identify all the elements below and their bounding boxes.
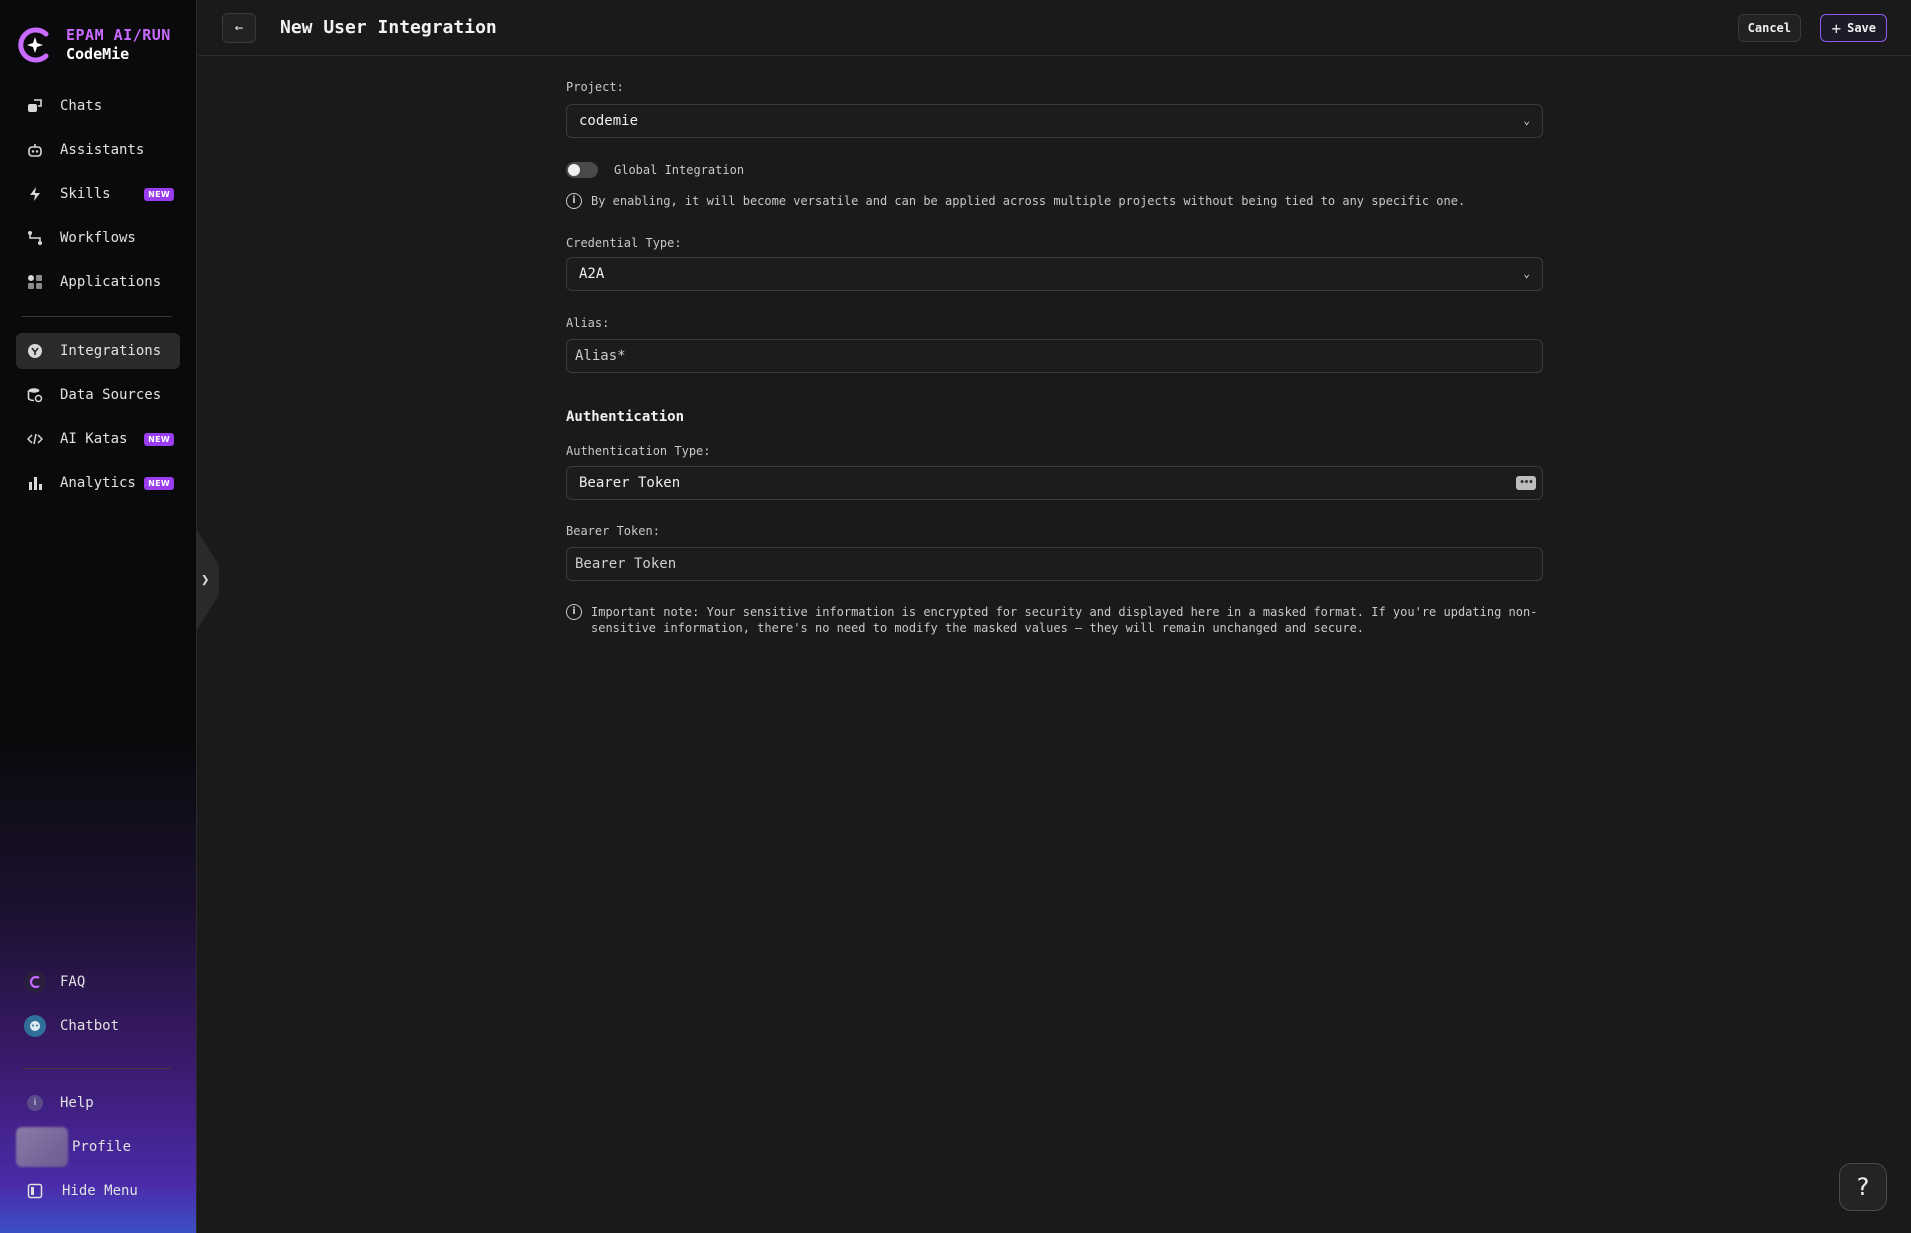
credential-type-select[interactable]: A2A ⌄ <box>566 257 1543 291</box>
lightning-icon <box>26 185 44 203</box>
app-root: EPAM AI/RUN CodeMie Chats Assistants Ski… <box>0 0 1911 1233</box>
sidebar-item-label: Profile <box>72 1139 132 1155</box>
chats-icon <box>26 97 44 115</box>
avatar <box>16 1127 68 1167</box>
sidebar-item-label: Data Sources <box>60 387 162 403</box>
faq-icon <box>24 971 46 993</box>
brand-name: EPAM AI/RUN <box>66 26 171 44</box>
help-button[interactable]: ? <box>1839 1163 1887 1211</box>
sidebar-divider <box>22 316 172 317</box>
sidebar-item-help[interactable]: i Help <box>16 1085 180 1121</box>
sidebar-item-data-sources[interactable]: Data Sources <box>16 377 180 413</box>
project-value: codemie <box>579 113 639 129</box>
sidebar-bottom-links: FAQ Chatbot <box>16 964 180 1052</box>
back-button[interactable]: ← <box>222 13 256 43</box>
integrations-icon <box>26 342 44 360</box>
chevron-down-icon: ⌄ <box>1523 114 1530 127</box>
sidebar-item-integrations[interactable]: Integrations <box>16 333 180 369</box>
alias-placeholder: Alias* <box>575 348 626 364</box>
database-icon <box>26 386 44 404</box>
bearer-token-input[interactable]: Bearer Token <box>566 547 1543 581</box>
sidebar-item-analytics[interactable]: Analytics NEW <box>16 465 180 501</box>
credential-type-value: A2A <box>579 266 605 282</box>
arrow-left-icon: ← <box>234 20 244 36</box>
global-integration-info: i By enabling, it will become versatile … <box>566 193 1543 209</box>
sidebar-footer: i Help Profile Hide Menu <box>16 1085 180 1217</box>
bar-chart-icon <box>26 474 44 492</box>
sidebar-divider <box>22 1068 172 1069</box>
workflow-icon <box>26 229 44 247</box>
sidebar-item-label: FAQ <box>60 974 86 990</box>
save-button[interactable]: + Save <box>1820 14 1887 42</box>
authentication-type-label: Authentication Type: <box>566 444 711 458</box>
codemie-logo-icon <box>18 27 49 63</box>
sidebar-item-label: Applications <box>60 274 162 290</box>
sidebar-item-label: Chats <box>60 98 103 114</box>
bearer-token-label: Bearer Token: <box>566 524 660 538</box>
authentication-heading: Authentication <box>566 409 685 425</box>
main-nav: Chats Assistants Skills NEW Workflows Ap… <box>16 88 180 308</box>
applications-icon <box>26 273 44 291</box>
new-badge: NEW <box>144 188 174 201</box>
authentication-type-value: Bearer Token <box>579 475 681 491</box>
info-icon: i <box>566 604 582 620</box>
robot-icon <box>26 141 44 159</box>
global-info-text: By enabling, it will become versatile an… <box>591 194 1466 208</box>
authentication-type-input[interactable]: Bearer Token ••• <box>566 466 1543 500</box>
save-button-label: Save <box>1847 21 1876 35</box>
info-icon: i <box>566 193 582 209</box>
chevron-right-icon: ❯ <box>201 572 210 588</box>
sensitive-info-note: i Important note: Your sensitive informa… <box>566 604 1543 636</box>
page-header: ← New User Integration Cancel + Save <box>198 0 1911 56</box>
plus-icon: + <box>1831 18 1842 38</box>
note-line-1: Important note: Your sensitive informati… <box>591 605 1538 619</box>
more-options-icon[interactable]: ••• <box>1516 476 1536 490</box>
brand-product: CodeMie <box>66 45 130 63</box>
sidebar-item-label: Workflows <box>60 230 136 246</box>
sidebar-item-chatbot[interactable]: Chatbot <box>16 1008 180 1044</box>
cancel-button[interactable]: Cancel <box>1737 14 1801 42</box>
sidebar-item-faq[interactable]: FAQ <box>16 964 180 1000</box>
sidebar-item-label: Skills <box>60 186 111 202</box>
sidebar-item-label: AI Katas <box>60 431 128 447</box>
note-line-2: sensitive information, there's no need t… <box>591 621 1365 635</box>
sidebar-toggle-icon <box>27 1183 43 1199</box>
global-integration-toggle[interactable] <box>566 162 598 178</box>
sidebar-item-profile[interactable]: Profile <box>16 1127 180 1167</box>
sidebar-item-label: Help <box>60 1095 94 1111</box>
new-badge: NEW <box>144 433 174 446</box>
sidebar-item-label: Analytics <box>60 475 136 491</box>
chevron-down-icon: ⌄ <box>1523 267 1530 280</box>
credential-type-label: Credential Type: <box>566 236 682 250</box>
sidebar-collapse-handle[interactable]: ❯ <box>197 530 219 630</box>
info-icon: i <box>27 1095 43 1111</box>
sidebar-item-skills[interactable]: Skills NEW <box>16 176 180 212</box>
sidebar-item-applications[interactable]: Applications <box>16 264 180 300</box>
code-icon <box>26 430 44 448</box>
alias-label: Alias: <box>566 316 610 330</box>
brand[interactable]: EPAM AI/RUN CodeMie <box>16 26 171 64</box>
sidebar-item-label: Integrations <box>60 343 162 359</box>
sidebar-item-label: Hide Menu <box>62 1183 138 1199</box>
new-badge: NEW <box>144 477 174 490</box>
chatbot-icon <box>24 1015 46 1037</box>
sidebar: EPAM AI/RUN CodeMie Chats Assistants Ski… <box>0 0 197 1233</box>
hide-menu-button[interactable]: Hide Menu <box>16 1173 180 1209</box>
project-select[interactable]: codemie ⌄ <box>566 104 1543 138</box>
secondary-nav: Integrations Data Sources AI Katas NEW A… <box>16 333 180 509</box>
page-title: New User Integration <box>280 17 497 38</box>
project-label: Project: <box>566 80 624 94</box>
global-integration-label: Global Integration <box>614 163 745 177</box>
sidebar-item-ai-katas[interactable]: AI Katas NEW <box>16 421 180 457</box>
sidebar-item-assistants[interactable]: Assistants <box>16 132 180 168</box>
alias-input[interactable]: Alias* <box>566 339 1543 373</box>
sidebar-item-label: Chatbot <box>60 1018 120 1034</box>
sidebar-item-label: Assistants <box>60 142 145 158</box>
global-integration-row: Global Integration <box>566 162 744 178</box>
bearer-token-placeholder: Bearer Token <box>575 556 677 572</box>
sidebar-item-workflows[interactable]: Workflows <box>16 220 180 256</box>
sidebar-item-chats[interactable]: Chats <box>16 88 180 124</box>
